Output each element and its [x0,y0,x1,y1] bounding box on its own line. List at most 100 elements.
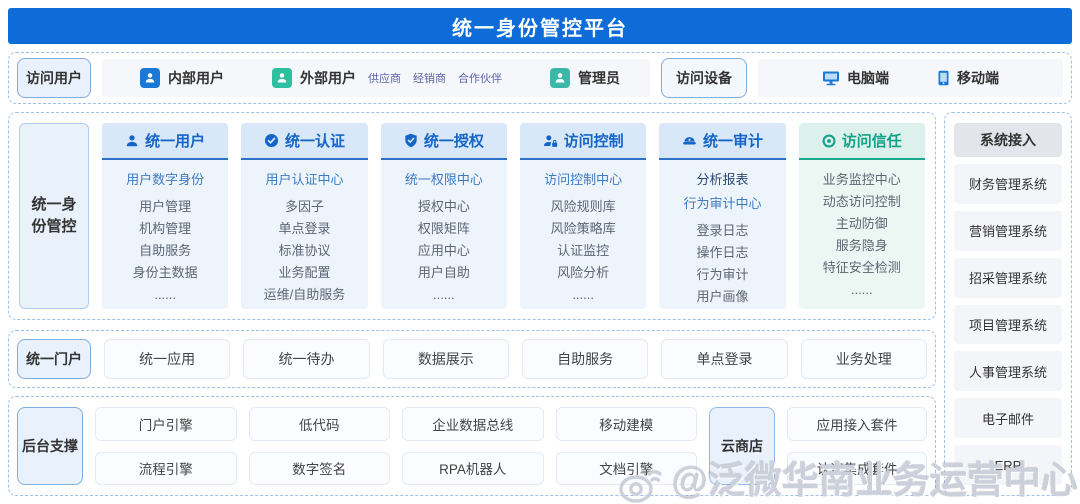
column-title: 统一授权 [424,130,484,151]
portal-item: 数据展示 [383,339,509,379]
sidebar-item: 项目管理系统 [954,305,1062,345]
backend-item: RPA机器人 [402,452,544,486]
identity-platform-diagram: 统一身份管控平台 访问用户 内部用户 外部用户供应商经销商合作伙伴 管理员 访问设备… [0,0,1080,504]
backend-item: 文档引擎 [556,452,698,486]
backend-support-section: 后台支撑 门户引擎流程引擎低代码数字签名企业数据总线RPA机器人移动建模文档引擎… [8,396,936,496]
sidebar-item: ERP [954,445,1062,485]
column-item: 认证监控 [520,240,646,262]
mobile-icon [937,70,950,86]
column-title: 访问控制 [564,130,624,151]
device-item: 移动端 [937,68,999,88]
backend-item: 流程引擎 [95,452,237,486]
identity-column-1: 统一认证用户认证中心多因子单点登录标准协议业务配置运维/自助服务 [241,123,367,309]
identity-management-section: 统一身份管控 统一用户用户数字身份用户管理机构管理自助服务身份主数据......… [8,112,936,320]
column-item: 自助服务 [102,240,228,262]
device-item: 电脑端 [822,68,889,88]
backend-column: 低代码数字签名 [249,407,391,485]
column-item: 授权中心 [381,196,507,218]
backend-column: 门户引擎流程引擎 [95,407,237,485]
sidebar-item: 招采管理系统 [954,258,1062,298]
backend-item: 低代码 [249,407,391,441]
sidebar-item: 电子邮件 [954,398,1062,438]
column-item: 业务监控中心 [799,169,925,191]
device-label: 移动端 [957,68,999,88]
access-users-row: 访问用户 内部用户 外部用户供应商经销商合作伙伴 管理员 访问设备 电脑端 移动端 [8,52,1072,104]
column-item: ...... [381,284,507,306]
backend-column: 企业数据总线RPA机器人 [402,407,544,485]
column-item: 风险策略库 [520,218,646,240]
access-device-label: 访问设备 [661,58,747,98]
device-label: 电脑端 [847,68,889,88]
backend-grid: 门户引擎流程引擎低代码数字签名企业数据总线RPA机器人移动建模文档引擎 [95,407,697,485]
column-header: 访问控制 [520,123,646,160]
column-item: 行为审计 [659,264,785,286]
access-group-label: 管理员 [578,68,620,88]
column-title: 统一用户 [145,130,205,151]
access-group-label: 内部用户 [168,68,224,88]
column-item: 风险规则库 [520,196,646,218]
platform-title: 统一身份管控平台 [452,12,628,41]
unified-portal-section: 统一门户 统一应用统一待办数据展示自助服务单点登录业务处理 [8,330,936,388]
identity-column-4: 统一审计分析报表行为审计中心登录日志操作日志行为审计用户画像 [659,123,785,309]
column-body: 访问控制中心风险规则库风险策略库认证监控风险分析...... [520,160,646,309]
identity-column-5: 访问信任业务监控中心动态访问控制主动防御服务隐身特征安全检测...... [799,123,925,309]
column-subtitle: 统一权限中心 [381,169,507,191]
column-subtitle: 访问控制中心 [520,169,646,191]
column-header: 访问信任 [799,123,925,160]
column-item: 主动防御 [799,213,925,235]
column-body: 用户数字身份用户管理机构管理自助服务身份主数据...... [102,160,228,309]
admin-badge-icon [550,68,570,88]
partner-tag: 合作伙伴 [458,70,502,86]
backend-section-label: 后台支撑 [17,407,83,485]
column-body: 业务监控中心动态访问控制主动防御服务隐身特征安全检测...... [799,160,925,309]
column-item: ...... [102,284,228,306]
system-access-sidebar: 系统接入 财务管理系统营销管理系统招采管理系统项目管理系统人事管理系统电子邮件E… [944,112,1072,496]
access-devices-bar: 电脑端 移动端 [758,59,1063,97]
identity-columns: 统一用户用户数字身份用户管理机构管理自助服务身份主数据......统一认证用户认… [102,123,925,309]
column-subtitle: 行为审计中心 [659,193,785,215]
backend-right-column: 应用接入套件认证集成套件 [787,407,927,485]
column-subtitle: 用户数字身份 [102,169,228,191]
column-item: 标准协议 [241,240,367,262]
column-item: 应用中心 [381,240,507,262]
column-title: 统一认证 [285,130,345,151]
user-icon [125,134,139,148]
column-item: 登录日志 [659,220,785,242]
column-item: 单点登录 [241,218,367,240]
user-badge-icon [272,68,292,88]
column-body: 用户认证中心多因子单点登录标准协议业务配置运维/自助服务 [241,160,367,309]
portal-item: 自助服务 [522,339,648,379]
access-users-label: 访问用户 [17,58,91,98]
access-group: 管理员 [550,68,620,88]
column-item: 风险分析 [520,262,646,284]
partner-tag: 经销商 [413,70,446,86]
access-group: 外部用户供应商经销商合作伙伴 [272,68,502,88]
column-header: 统一授权 [381,123,507,160]
system-access-header: 系统接入 [954,123,1062,157]
column-title: 统一审计 [703,130,763,151]
sidebar-item: 营销管理系统 [954,211,1062,251]
identity-column-3: 访问控制访问控制中心风险规则库风险策略库认证监控风险分析...... [520,123,646,309]
column-item: 运维/自助服务 [241,284,367,306]
monitor-icon [822,70,840,86]
backend-item: 认证集成套件 [787,452,927,486]
column-header: 统一认证 [241,123,367,160]
backend-item: 数字签名 [249,452,391,486]
column-item: 权限矩阵 [381,218,507,240]
column-item: 用户画像 [659,286,785,308]
portal-item: 业务处理 [801,339,927,379]
partner-tag: 供应商 [368,70,401,86]
sidebar-item: 财务管理系统 [954,164,1062,204]
column-body: 统一权限中心授权中心权限矩阵应用中心用户自助...... [381,160,507,309]
column-item: 服务隐身 [799,235,925,257]
column-item: ...... [799,279,925,301]
portal-item: 单点登录 [661,339,787,379]
column-item: 机构管理 [102,218,228,240]
badge-check-icon [264,133,279,148]
column-item: 多因子 [241,196,367,218]
backend-item: 应用接入套件 [787,407,927,441]
column-header: 统一审计 [659,123,785,160]
backend-item: 门户引擎 [95,407,237,441]
access-group-label: 外部用户 [300,68,356,88]
platform-title-bar: 统一身份管控平台 [8,8,1072,44]
